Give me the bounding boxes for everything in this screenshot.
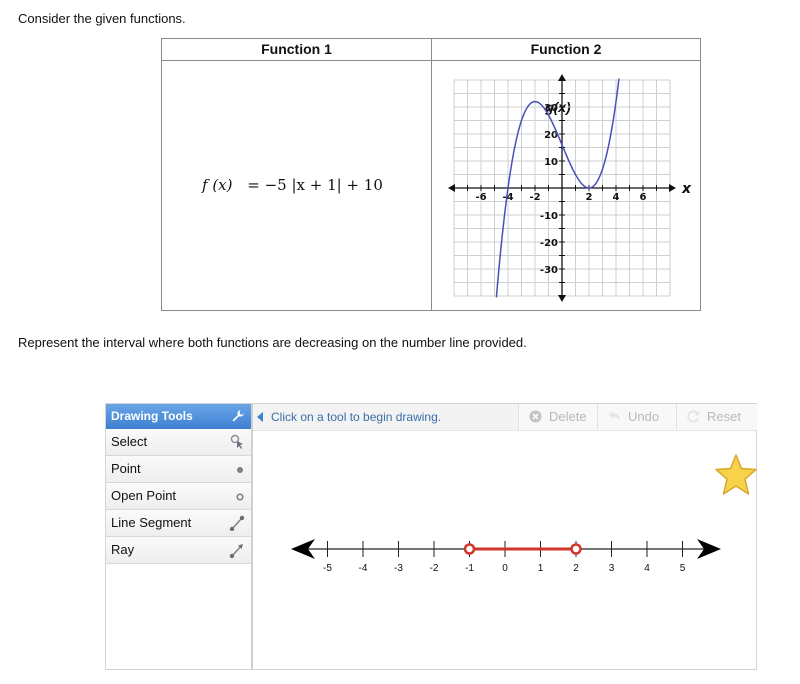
number-line-tick-label: 2 bbox=[573, 563, 579, 574]
tool-point[interactable]: Point bbox=[106, 456, 251, 483]
question-prompt: Consider the given functions. bbox=[18, 11, 186, 26]
delete-x-icon bbox=[529, 410, 542, 423]
number-line-tick-label: -1 bbox=[465, 563, 474, 574]
open-endpoint-right bbox=[570, 543, 582, 555]
tool-line-segment[interactable]: Line Segment bbox=[106, 510, 251, 537]
ray-icon bbox=[229, 544, 243, 558]
x-axis-right-arrow bbox=[669, 184, 676, 192]
tool-select[interactable]: Select bbox=[106, 429, 251, 456]
drawing-tools-sidebar: Drawing Tools Select Point Open Point Li… bbox=[106, 404, 253, 669]
x-tick-label: 6 bbox=[640, 192, 647, 203]
drawing-tools-header: Drawing Tools bbox=[106, 404, 251, 429]
number-line-tick-label: 0 bbox=[502, 563, 508, 574]
widget-toolbar: Click on a tool to begin drawing. Delete… bbox=[253, 404, 757, 431]
number-line-tick-label: -2 bbox=[430, 563, 439, 574]
x-tick-label: 2 bbox=[586, 192, 593, 203]
tool-label: Line Segment bbox=[111, 515, 192, 530]
reset-button[interactable]: Reset bbox=[676, 404, 757, 430]
function2-graph: -6 -4 -2 2 4 6302010-10-20-30x bbox=[448, 74, 692, 302]
x-axis-left-arrow bbox=[448, 184, 455, 192]
closed-point-icon bbox=[237, 467, 243, 473]
y-axis-down-arrow bbox=[558, 295, 566, 302]
tool-label: Ray bbox=[111, 542, 135, 557]
x-axis-label: x bbox=[681, 181, 692, 197]
number-line-tick-label: 5 bbox=[680, 563, 686, 574]
star-icon[interactable] bbox=[713, 452, 759, 498]
hint-text: Click on a tool to begin drawing. bbox=[271, 410, 442, 424]
number-line-tick-label: -3 bbox=[394, 563, 403, 574]
number-line-tick-label: 4 bbox=[644, 563, 650, 574]
delete-label: Delete bbox=[549, 409, 587, 424]
x-tick-label: 4 bbox=[613, 192, 620, 203]
y-tick-label: -20 bbox=[540, 238, 558, 249]
undo-arrow-icon bbox=[608, 410, 620, 422]
number-line[interactable]: -5 -4 -3 -2 -1 0 1 2 3 4 5 bbox=[253, 524, 758, 584]
reset-label: Reset bbox=[707, 409, 741, 424]
tool-open-point[interactable]: Open Point bbox=[106, 483, 251, 510]
x-tick-label: -6 bbox=[475, 192, 486, 203]
tool-ray[interactable]: Ray bbox=[106, 537, 251, 564]
tool-label: Select bbox=[111, 434, 148, 449]
tool-label: Point bbox=[111, 461, 141, 476]
number-line-tick-label: -4 bbox=[359, 563, 368, 574]
number-line-tick-label: 3 bbox=[609, 563, 615, 574]
instruction-prompt: Represent the interval where both functi… bbox=[18, 335, 527, 350]
drawing-tools-title: Drawing Tools bbox=[111, 409, 193, 423]
drawing-widget: Drawing Tools Select Point Open Point Li… bbox=[105, 403, 757, 670]
x-tick-label: -4 bbox=[502, 192, 513, 203]
line-segment-icon bbox=[229, 515, 245, 531]
x-tick-label: -2 bbox=[529, 192, 540, 203]
y-axis-up-arrow bbox=[558, 74, 566, 81]
open-endpoint-left bbox=[463, 543, 476, 555]
delete-button[interactable]: Delete bbox=[518, 404, 597, 430]
reset-refresh-icon bbox=[687, 410, 700, 423]
wrench-icon bbox=[232, 410, 244, 422]
undo-label: Undo bbox=[628, 409, 660, 424]
y-tick-label: -30 bbox=[540, 265, 558, 276]
functions-table: Function 1 f (x) = −5 |x + 1| + 10 Funct… bbox=[161, 38, 701, 311]
y-tick-label: 10 bbox=[544, 157, 558, 168]
select-cursor-icon bbox=[230, 434, 243, 449]
tool-label: Open Point bbox=[111, 488, 177, 503]
hint-arrow-icon bbox=[257, 412, 263, 422]
y-tick-label: -10 bbox=[540, 211, 558, 222]
number-line-tick-label: -5 bbox=[323, 563, 332, 574]
open-point-icon bbox=[236, 493, 244, 501]
undo-button[interactable]: Undo bbox=[597, 404, 676, 430]
number-line-tick-label: 1 bbox=[538, 563, 544, 574]
